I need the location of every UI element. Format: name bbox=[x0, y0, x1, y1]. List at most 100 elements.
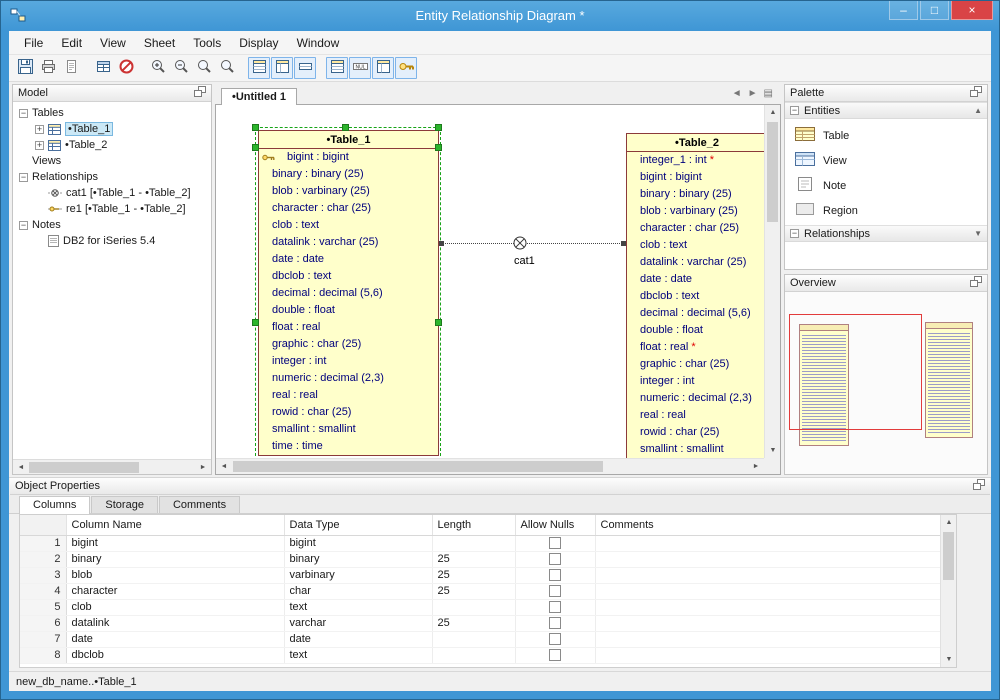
er-column[interactable]: integer : int bbox=[259, 353, 438, 370]
zoom-out-button[interactable] bbox=[170, 57, 192, 79]
comments-cell[interactable] bbox=[595, 615, 956, 631]
palette-item-table[interactable]: Table bbox=[785, 123, 987, 148]
grid-vscrollbar[interactable]: ▲ ▼ bbox=[940, 515, 956, 667]
tab-storage[interactable]: Storage bbox=[91, 496, 158, 513]
length-cell[interactable] bbox=[432, 535, 515, 551]
prev-sheet-icon[interactable]: ◄ bbox=[732, 88, 742, 99]
name-cell[interactable]: bigint bbox=[66, 535, 284, 551]
comments-cell[interactable] bbox=[595, 647, 956, 663]
overview-content[interactable] bbox=[785, 292, 987, 474]
er-column[interactable]: binary : binary (25) bbox=[259, 166, 438, 183]
comments-cell[interactable] bbox=[595, 551, 956, 567]
palette-scroll-up-icon[interactable]: ▲ bbox=[974, 106, 982, 115]
delete-mode-button[interactable] bbox=[115, 57, 137, 79]
type-cell[interactable]: binary bbox=[284, 551, 432, 567]
palette-item-view[interactable]: View bbox=[785, 148, 987, 173]
scroll-up-icon[interactable]: ▲ bbox=[941, 515, 957, 530]
palette-scroll-down-icon[interactable]: ▼ bbox=[974, 229, 982, 238]
comments-cell[interactable] bbox=[595, 599, 956, 615]
display-names-button[interactable] bbox=[271, 57, 293, 79]
er-column[interactable]: bigint : bigint bbox=[627, 169, 767, 186]
menu-sheet[interactable]: Sheet bbox=[135, 33, 184, 53]
comments-cell[interactable] bbox=[595, 535, 956, 551]
er-column[interactable]: clob : text bbox=[627, 237, 767, 254]
maximize-button[interactable]: □ bbox=[920, 1, 949, 20]
save-button[interactable] bbox=[14, 57, 36, 79]
er-column[interactable]: datalink : varchar (25) bbox=[627, 254, 767, 271]
zoom-fit-button[interactable] bbox=[216, 57, 238, 79]
tab-untitled-1[interactable]: •Untitled 1 bbox=[221, 88, 297, 105]
name-cell[interactable]: binary bbox=[66, 551, 284, 567]
zoom-normal-button[interactable] bbox=[193, 57, 215, 79]
allow-nulls-checkbox[interactable] bbox=[549, 649, 561, 661]
tab-columns[interactable]: Columns bbox=[19, 496, 90, 514]
zoom-in-button[interactable] bbox=[147, 57, 169, 79]
canvas-hscrollbar[interactable]: ◄ ► bbox=[216, 458, 764, 474]
collapse-section-icon[interactable]: − bbox=[790, 229, 799, 238]
er-column[interactable]: character : char (25) bbox=[627, 220, 767, 237]
model-tree-hscrollbar[interactable]: ◄ ► bbox=[13, 459, 211, 474]
selection-handle[interactable] bbox=[252, 124, 259, 131]
relationships-section-header[interactable]: − Relationships ▼ bbox=[785, 225, 987, 242]
float-panel-icon[interactable] bbox=[970, 276, 982, 290]
menu-file[interactable]: File bbox=[15, 33, 52, 53]
comments-cell[interactable] bbox=[595, 567, 956, 583]
name-cell[interactable]: date bbox=[66, 631, 284, 647]
tree-item-table-1[interactable]: +•Table_1 bbox=[13, 121, 211, 137]
display-attributes-button[interactable] bbox=[248, 57, 270, 79]
er-column[interactable]: blob : varbinary (25) bbox=[627, 203, 767, 220]
er-column[interactable]: clob : text bbox=[259, 217, 438, 234]
type-cell[interactable]: text bbox=[284, 599, 432, 615]
type-cell[interactable]: varchar bbox=[284, 615, 432, 631]
comments-cell[interactable] bbox=[595, 583, 956, 599]
scrollbar-thumb[interactable] bbox=[233, 461, 603, 472]
er-column[interactable]: numeric : decimal (2,3) bbox=[259, 370, 438, 387]
palette-item-region[interactable]: Region bbox=[785, 198, 987, 223]
name-cell[interactable]: clob bbox=[66, 599, 284, 615]
selection-handle[interactable] bbox=[252, 319, 259, 326]
type-cell[interactable]: text bbox=[284, 647, 432, 663]
er-column[interactable]: smallint : smallint bbox=[627, 441, 767, 458]
menu-view[interactable]: View bbox=[91, 33, 135, 53]
er-column[interactable]: datalink : varchar (25) bbox=[259, 234, 438, 251]
er-column[interactable]: real : real bbox=[627, 407, 767, 424]
tree-item-table-2[interactable]: +•Table_2 bbox=[13, 137, 211, 153]
allow-nulls-checkbox[interactable] bbox=[549, 601, 561, 613]
er-column[interactable]: smallint : smallint bbox=[259, 421, 438, 438]
relationship-line[interactable] bbox=[439, 243, 626, 244]
er-table-1-name[interactable]: •Table_1 bbox=[259, 131, 438, 149]
selection-handle[interactable] bbox=[435, 319, 442, 326]
er-column[interactable]: double : float bbox=[627, 322, 767, 339]
overview-viewport-rect[interactable] bbox=[789, 314, 922, 430]
canvas-vscrollbar[interactable]: ▲ ▼ bbox=[764, 105, 780, 458]
er-column[interactable]: graphic : char (25) bbox=[627, 356, 767, 373]
collapse-section-icon[interactable]: − bbox=[790, 106, 799, 115]
next-sheet-icon[interactable]: ► bbox=[748, 88, 758, 99]
allow-nulls-checkbox[interactable] bbox=[549, 537, 561, 549]
print-button[interactable] bbox=[37, 57, 59, 79]
comments-cell[interactable] bbox=[595, 631, 956, 647]
selection-handle[interactable] bbox=[435, 144, 442, 151]
entities-section-header[interactable]: − Entities ▲ bbox=[785, 102, 987, 119]
minimize-button[interactable]: – bbox=[889, 1, 918, 20]
er-column[interactable]: real : real bbox=[259, 387, 438, 404]
close-button[interactable]: × bbox=[951, 1, 993, 20]
type-cell[interactable]: char bbox=[284, 583, 432, 599]
length-cell[interactable] bbox=[432, 631, 515, 647]
er-column[interactable]: integer : int bbox=[627, 373, 767, 390]
er-column[interactable]: dbclob : text bbox=[259, 268, 438, 285]
float-panel-icon[interactable] bbox=[973, 479, 985, 493]
selection-handle[interactable] bbox=[435, 124, 442, 131]
sheet-list-icon[interactable]: ▤ bbox=[764, 88, 773, 99]
er-column[interactable]: double : float bbox=[259, 302, 438, 319]
length-cell[interactable]: 25 bbox=[432, 551, 515, 567]
expander-icon[interactable]: − bbox=[19, 109, 28, 118]
float-panel-icon[interactable] bbox=[970, 86, 982, 100]
length-cell[interactable]: 25 bbox=[432, 567, 515, 583]
selection-handle[interactable] bbox=[252, 144, 259, 151]
expander-icon[interactable]: + bbox=[35, 141, 44, 150]
menu-edit[interactable]: Edit bbox=[52, 33, 91, 53]
scroll-right-icon[interactable]: ► bbox=[195, 460, 211, 475]
scroll-down-icon[interactable]: ▼ bbox=[765, 443, 781, 458]
type-cell[interactable]: date bbox=[284, 631, 432, 647]
